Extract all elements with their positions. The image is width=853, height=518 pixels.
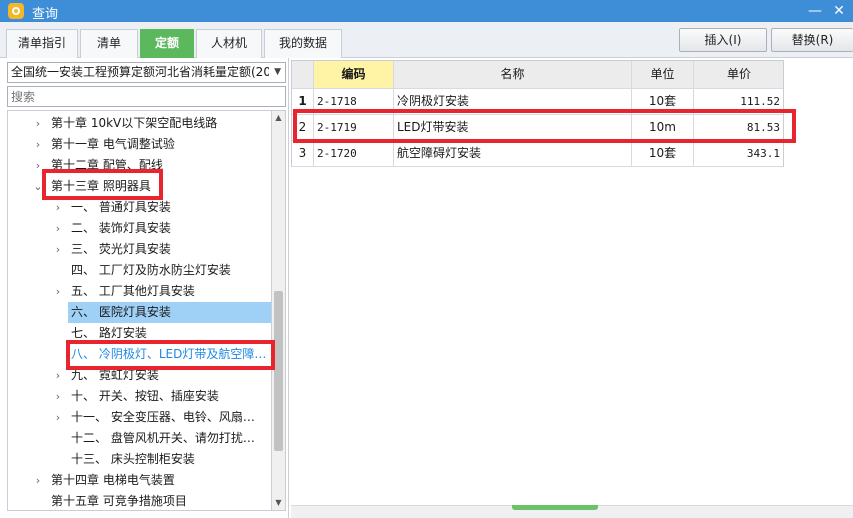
scrollbar-thumb[interactable] (274, 291, 283, 451)
tree-item-section-13[interactable]: 十三、 床头控制柜安装 (8, 449, 271, 470)
tree-item-label: 八、 冷阴极灯、LED灯带及航空障… (71, 347, 267, 361)
tree-item-label: 一、 普通灯具安装 (71, 200, 171, 214)
tree-item-section-4[interactable]: 四、 工厂灯及防水防尘灯安装 (8, 260, 271, 281)
header-unit[interactable]: 单位 (632, 61, 694, 88)
chevron-down-icon[interactable]: ⌄ (32, 176, 44, 197)
cell-name[interactable]: LED灯带安装 (394, 115, 632, 140)
cell-unit[interactable]: 10m (632, 115, 694, 140)
chevron-right-icon[interactable]: › (32, 134, 44, 155)
table-row[interactable]: 1 2-1718 冷阴极灯安装 10套 111.52 (292, 89, 783, 115)
chevron-right-icon[interactable]: › (52, 239, 64, 260)
chevron-right-icon[interactable]: › (52, 218, 64, 239)
tree-item-chapter-15[interactable]: 第十五章 可竞争措施项目 (8, 491, 271, 510)
tab-bill-guide[interactable]: 清单指引 (6, 29, 78, 58)
tree-item-section-1[interactable]: › 一、 普通灯具安装 (8, 197, 271, 218)
tree-item-label: 第十四章 电梯电气装置 (51, 473, 175, 487)
minimize-button[interactable]: — (805, 1, 825, 21)
splitter-handle[interactable] (512, 505, 598, 510)
table-row[interactable]: 3 2-1720 航空障碍灯安装 10套 343.1 (292, 141, 783, 167)
grid-header-row: 编码 名称 单位 单价 (292, 61, 783, 89)
tree-item-label: 第十章 10kV以下架空配电线路 (51, 116, 218, 130)
tree-item-label: 七、 路灯安装 (71, 326, 147, 340)
tree-item-label: 四、 工厂灯及防水防尘灯安装 (71, 263, 231, 277)
library-select[interactable]: 全国统一安装工程预算定额河北省消耗量定额(2012) ▼ (7, 62, 286, 83)
tree-item-label: 十三、 床头控制柜安装 (71, 452, 195, 466)
cell-code[interactable]: 2-1718 (314, 89, 394, 114)
chevron-right-icon[interactable]: › (52, 386, 64, 407)
tree-item-chapter-14[interactable]: › 第十四章 电梯电气装置 (8, 470, 271, 491)
tree-item-label: 二、 装饰灯具安装 (71, 221, 171, 235)
header-name[interactable]: 名称 (394, 61, 632, 88)
row-number: 3 (292, 141, 314, 166)
header-rownum (292, 61, 314, 88)
chevron-right-icon[interactable]: › (32, 155, 44, 176)
tree-item-section-12[interactable]: 十二、 盘管风机开关、请勿打扰… (8, 428, 271, 449)
cell-code[interactable]: 2-1719 (314, 115, 394, 140)
chevron-right-icon[interactable]: › (32, 470, 44, 491)
tree-item-section-5[interactable]: › 五、 工厂其他灯具安装 (8, 281, 271, 302)
cell-price[interactable]: 81.53 (694, 115, 784, 140)
tab-quota[interactable]: 定额 (140, 29, 194, 58)
left-pane: 全国统一安装工程预算定额河北省消耗量定额(2012) ▼ › 第十章 10kV以… (0, 58, 289, 518)
tree-item-chapter-10[interactable]: › 第十章 10kV以下架空配电线路 (8, 113, 271, 134)
title-bar: 查询 — ✕ (0, 0, 853, 22)
tree-item-chapter-12[interactable]: › 第十二章 配管、配线 (8, 155, 271, 176)
chapter-tree: › 第十章 10kV以下架空配电线路 › 第十一章 电气调整试验 › 第十二章 … (7, 110, 272, 511)
tree-item-section-8[interactable]: 八、 冷阴极灯、LED灯带及航空障… (8, 344, 271, 365)
tree-item-section-11[interactable]: › 十一、 安全变压器、电铃、风扇… (8, 407, 271, 428)
cell-price[interactable]: 343.1 (694, 141, 784, 166)
cell-price[interactable]: 111.52 (694, 89, 784, 114)
tree-item-chapter-13[interactable]: ⌄ 第十三章 照明器具 (8, 176, 271, 197)
tab-my-data[interactable]: 我的数据 (264, 29, 342, 58)
tree-item-label: 第十一章 电气调整试验 (51, 137, 175, 151)
tab-bar: 清单指引 清单 定额 人材机 我的数据 插入(I) 替换(R) (0, 22, 853, 58)
tree-item-section-6[interactable]: 六、 医院灯具安装 (68, 302, 271, 323)
tree-item-section-10[interactable]: › 十、 开关、按钮、插座安装 (8, 386, 271, 407)
tree-item-label: 十、 开关、按钮、插座安装 (71, 389, 219, 403)
cell-code[interactable]: 2-1720 (314, 141, 394, 166)
results-grid: 编码 名称 单位 单价 1 2-1718 冷阴极灯安装 10套 111.52 2… (291, 60, 784, 167)
chevron-right-icon[interactable]: › (52, 365, 64, 386)
insert-button[interactable]: 插入(I) (679, 28, 767, 52)
row-number: 1 (292, 89, 314, 114)
chevron-right-icon[interactable]: › (52, 281, 64, 302)
tree-item-label: 九、 霓虹灯安装 (71, 368, 159, 382)
tree-item-label: 第十五章 可竞争措施项目 (51, 494, 187, 508)
scroll-up-icon[interactable]: ▲ (272, 111, 285, 125)
header-price[interactable]: 单价 (694, 61, 784, 88)
tab-bill[interactable]: 清单 (80, 29, 138, 58)
tree-item-label: 五、 工厂其他灯具安装 (71, 284, 195, 298)
tree-item-section-2[interactable]: › 二、 装饰灯具安装 (8, 218, 271, 239)
cell-name[interactable]: 冷阴极灯安装 (394, 89, 632, 114)
header-code[interactable]: 编码 (314, 61, 394, 88)
cell-name[interactable]: 航空障碍灯安装 (394, 141, 632, 166)
chevron-right-icon[interactable]: › (52, 197, 64, 218)
replace-button[interactable]: 替换(R) (771, 28, 853, 52)
window-title: 查询 (32, 7, 59, 22)
app-logo-icon (8, 3, 24, 19)
chevron-down-icon: ▼ (274, 67, 281, 77)
tree-item-label: 三、 荧光灯具安装 (71, 242, 171, 256)
tree-item-label: 十二、 盘管风机开关、请勿打扰… (71, 431, 255, 445)
cell-unit[interactable]: 10套 (632, 89, 694, 114)
tree-item-label: 第十三章 照明器具 (51, 179, 151, 193)
tree-item-label: 六、 医院灯具安装 (71, 305, 171, 319)
close-button[interactable]: ✕ (829, 1, 849, 21)
row-number: 2 (292, 115, 314, 140)
scroll-down-icon[interactable]: ▼ (272, 496, 285, 510)
library-select-value: 全国统一安装工程预算定额河北省消耗量定额(2012) (11, 65, 269, 79)
table-row[interactable]: 2 2-1719 LED灯带安装 10m 81.53 (292, 115, 783, 141)
tree-item-section-7[interactable]: 七、 路灯安装 (8, 323, 271, 344)
chevron-right-icon[interactable]: › (32, 113, 44, 134)
tree-scrollbar[interactable]: ▲ ▼ (272, 110, 286, 511)
tree-item-section-9[interactable]: › 九、 霓虹灯安装 (8, 365, 271, 386)
tree-item-chapter-11[interactable]: › 第十一章 电气调整试验 (8, 134, 271, 155)
tab-labor-material-machine[interactable]: 人材机 (196, 29, 262, 58)
tree-item-label: 第十二章 配管、配线 (51, 158, 163, 172)
tree-item-section-3[interactable]: › 三、 荧光灯具安装 (8, 239, 271, 260)
chevron-right-icon[interactable]: › (52, 407, 64, 428)
cell-unit[interactable]: 10套 (632, 141, 694, 166)
tree-item-label: 十一、 安全变压器、电铃、风扇… (71, 410, 255, 424)
search-input[interactable] (7, 86, 286, 107)
